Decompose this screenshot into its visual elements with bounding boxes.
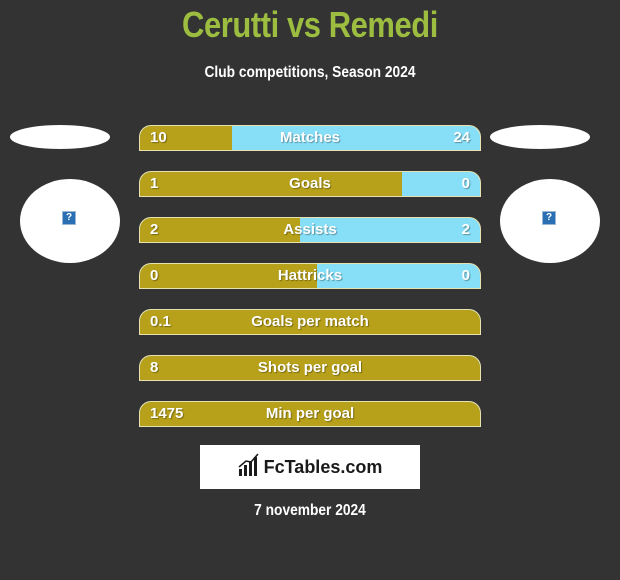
stat-row-assists: 2 Assists 2 (139, 217, 481, 243)
page-title: Cerutti vs Remedi (182, 4, 438, 45)
fctables-logo[interactable]: FcTables.com (200, 445, 420, 489)
stat-row-hattricks: 0 Hattricks 0 (139, 263, 481, 289)
right-value: 24 (453, 129, 470, 146)
right-value: 0 (461, 267, 470, 284)
stat-label: Min per goal (265, 405, 355, 422)
left-team-name-placeholder (10, 125, 110, 149)
image-placeholder-icon: ? (62, 211, 76, 225)
left-team-logo[interactable]: ? (20, 179, 120, 263)
right-team-logo[interactable]: ? (500, 179, 600, 263)
stat-row-goals: 1 Goals 0 (139, 171, 481, 197)
right-team-name-placeholder (490, 125, 590, 149)
stat-label: Assists (283, 221, 337, 238)
stat-label: Hattricks (277, 267, 343, 284)
stat-label: Matches (279, 129, 341, 146)
page-subtitle: Club competitions, Season 2024 (204, 64, 416, 81)
stat-row-goals-per-match: 0.1 Goals per match (139, 309, 481, 335)
stat-label: Goals (289, 175, 331, 192)
stat-label: Goals per match (251, 313, 369, 330)
brand-name: FcTables.com (263, 456, 383, 477)
stat-row-shots-per-goal: 8 Shots per goal (139, 355, 481, 381)
stat-label: Shots per goal (257, 359, 363, 376)
right-value: 2 (461, 221, 470, 238)
stat-row-min-per-goal: 1475 Min per goal (139, 401, 481, 427)
stat-row-matches: 10 Matches 24 (139, 125, 481, 151)
bar-chart-icon (238, 453, 260, 482)
image-placeholder-icon: ? (542, 211, 556, 225)
match-date: 7 november 2024 (254, 502, 366, 519)
right-value: 0 (461, 175, 470, 192)
